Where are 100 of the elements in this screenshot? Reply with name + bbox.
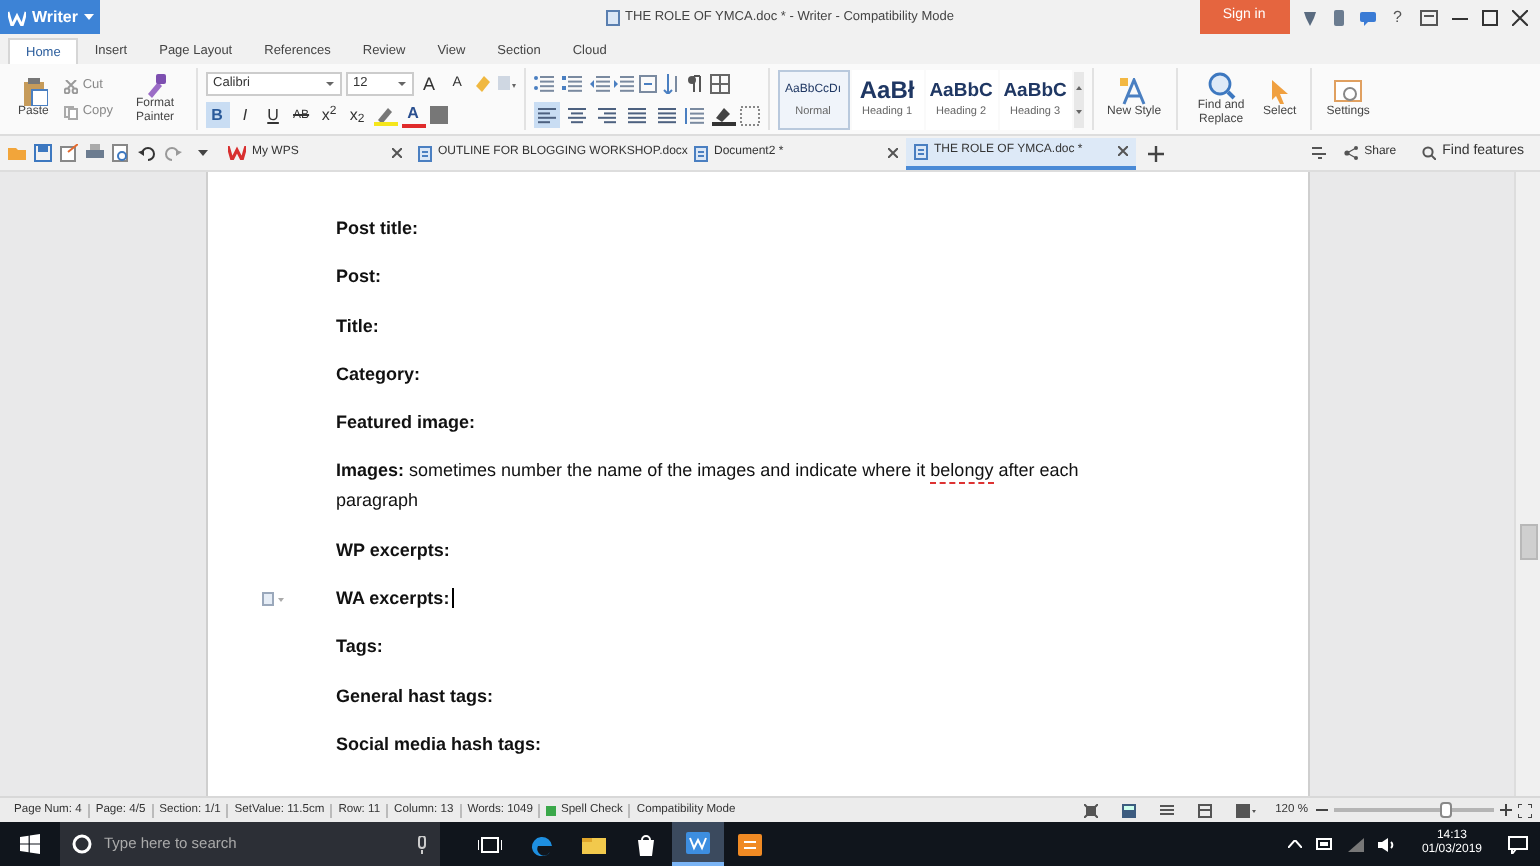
start-icon[interactable] xyxy=(20,834,40,854)
restore-layout-icon[interactable] xyxy=(1420,9,1438,25)
highlighter-icon[interactable] xyxy=(373,105,398,125)
paragraph: Tags: xyxy=(336,634,385,661)
task-view-icon xyxy=(478,833,502,855)
settings-icon xyxy=(1334,79,1363,105)
table-icon[interactable] xyxy=(709,73,730,93)
shading-icon[interactable] xyxy=(711,105,736,125)
paragraph: Social media hash tags: xyxy=(336,731,544,758)
increase-indent-icon[interactable] xyxy=(613,73,634,93)
shopping-bag-icon xyxy=(634,833,658,855)
page-view-icon[interactable] xyxy=(1121,803,1136,817)
paragraph: Images: sometimes number the name of the images and indicate where it belongy after each paragraph xyxy=(336,458,1081,515)
mobile-icon[interactable] xyxy=(1331,9,1346,25)
bold-button[interactable]: B xyxy=(205,102,230,128)
close-tab-icon[interactable] xyxy=(888,148,898,158)
fit-window-icon[interactable] xyxy=(1518,803,1532,817)
sort-icon[interactable] xyxy=(661,73,682,93)
decrease-indent-icon[interactable] xyxy=(589,73,610,93)
align-center-button[interactable] xyxy=(563,102,590,128)
redo-icon[interactable] xyxy=(164,144,182,162)
align-right-button[interactable] xyxy=(593,102,620,128)
save-icon[interactable] xyxy=(34,144,52,162)
copy-icon xyxy=(64,105,79,119)
numbering-icon[interactable] xyxy=(561,73,586,93)
paragraph: General hast tags: xyxy=(336,683,496,710)
network-icon[interactable] xyxy=(1347,837,1364,851)
paragraph: Category: xyxy=(336,361,423,388)
caret-icon[interactable] xyxy=(198,150,208,156)
zoom-in-icon[interactable] xyxy=(1500,804,1512,816)
document-icon xyxy=(694,145,708,161)
scissors-icon xyxy=(64,79,79,93)
zoom-out-icon[interactable] xyxy=(1316,804,1328,816)
document-icon xyxy=(914,143,928,159)
line-spacing-icon[interactable] xyxy=(683,105,708,125)
logo-icon xyxy=(8,9,26,25)
subscript-button[interactable]: x$_{2}$ xyxy=(345,102,370,128)
align-center-icon xyxy=(567,105,586,125)
borders-icon[interactable] xyxy=(739,105,760,125)
close-icon[interactable] xyxy=(1512,9,1528,25)
notifications-icon[interactable] xyxy=(1508,835,1528,853)
brush-icon xyxy=(142,73,169,97)
bullets-icon[interactable] xyxy=(533,73,558,93)
maximize-icon[interactable] xyxy=(1482,9,1498,25)
chat-icon[interactable] xyxy=(1359,9,1376,25)
align-left-button[interactable] xyxy=(533,102,560,128)
volume-icon[interactable] xyxy=(1377,837,1396,851)
skin-icon[interactable] xyxy=(1301,9,1318,25)
app-menu-button[interactable]: Writer xyxy=(0,0,100,34)
align-distributed-button[interactable] xyxy=(653,102,680,128)
search-icon xyxy=(1422,146,1437,160)
cursor-arrow-icon xyxy=(1269,78,1290,106)
document-icon xyxy=(605,9,620,25)
taskbar-app-button[interactable] xyxy=(672,822,724,866)
vertical-scrollbar[interactable] xyxy=(1514,172,1540,796)
battery-icon[interactable] xyxy=(1315,838,1334,850)
paragraph: WA excerpts: xyxy=(336,586,456,613)
paragraph: Title: xyxy=(336,313,381,340)
align-left-icon xyxy=(537,105,556,125)
font-color-button[interactable]: A xyxy=(401,102,426,128)
reading-view-icon[interactable] xyxy=(1235,803,1256,817)
collapse-icon[interactable] xyxy=(1312,146,1327,160)
underline-button[interactable]: U xyxy=(261,102,286,128)
clipboard-icon xyxy=(19,78,48,106)
help-button[interactable]: ? xyxy=(1389,4,1406,30)
presentation-app-icon xyxy=(738,833,762,855)
browser-icon xyxy=(530,833,554,855)
folder-icon xyxy=(582,833,606,855)
grow-font-button[interactable]: A xyxy=(417,70,442,96)
web-view-icon[interactable] xyxy=(1197,803,1212,817)
align-justify-icon xyxy=(627,105,646,125)
spell-check-icon xyxy=(546,805,557,815)
align-right-icon xyxy=(597,105,616,125)
show-marks-icon[interactable] xyxy=(685,73,706,93)
italic-button[interactable]: I xyxy=(233,102,258,128)
superscript-button[interactable]: x$^{2}$ xyxy=(317,102,342,128)
search-icon xyxy=(1207,71,1236,99)
close-tab-icon[interactable] xyxy=(392,148,402,158)
paragraph: Featured image: xyxy=(336,410,478,437)
close-tab-icon[interactable] xyxy=(1118,146,1128,156)
character-shading-icon[interactable] xyxy=(429,106,448,124)
gallery-scroll-icon[interactable] xyxy=(1073,71,1084,127)
writer-app-icon xyxy=(686,831,710,853)
show-hidden-icons-icon[interactable] xyxy=(1287,840,1302,848)
align-distributed-icon xyxy=(657,105,676,125)
new-tab-icon[interactable] xyxy=(1148,145,1164,161)
wps-logo-icon xyxy=(228,146,246,160)
print-preview-icon[interactable] xyxy=(112,144,130,162)
new-style-icon xyxy=(1120,78,1149,106)
full-screen-icon[interactable] xyxy=(1083,803,1098,817)
document-icon xyxy=(418,145,432,161)
caret-icon xyxy=(325,81,334,85)
outline-view-icon[interactable] xyxy=(1159,803,1174,817)
caret-icon xyxy=(83,14,94,20)
share-icon xyxy=(1344,146,1359,160)
undo-icon[interactable] xyxy=(138,144,156,162)
paragraph: Post title: xyxy=(336,216,421,242)
caret-icon xyxy=(397,81,406,85)
align-justify-button[interactable] xyxy=(623,102,650,128)
print-icon[interactable] xyxy=(86,144,104,162)
